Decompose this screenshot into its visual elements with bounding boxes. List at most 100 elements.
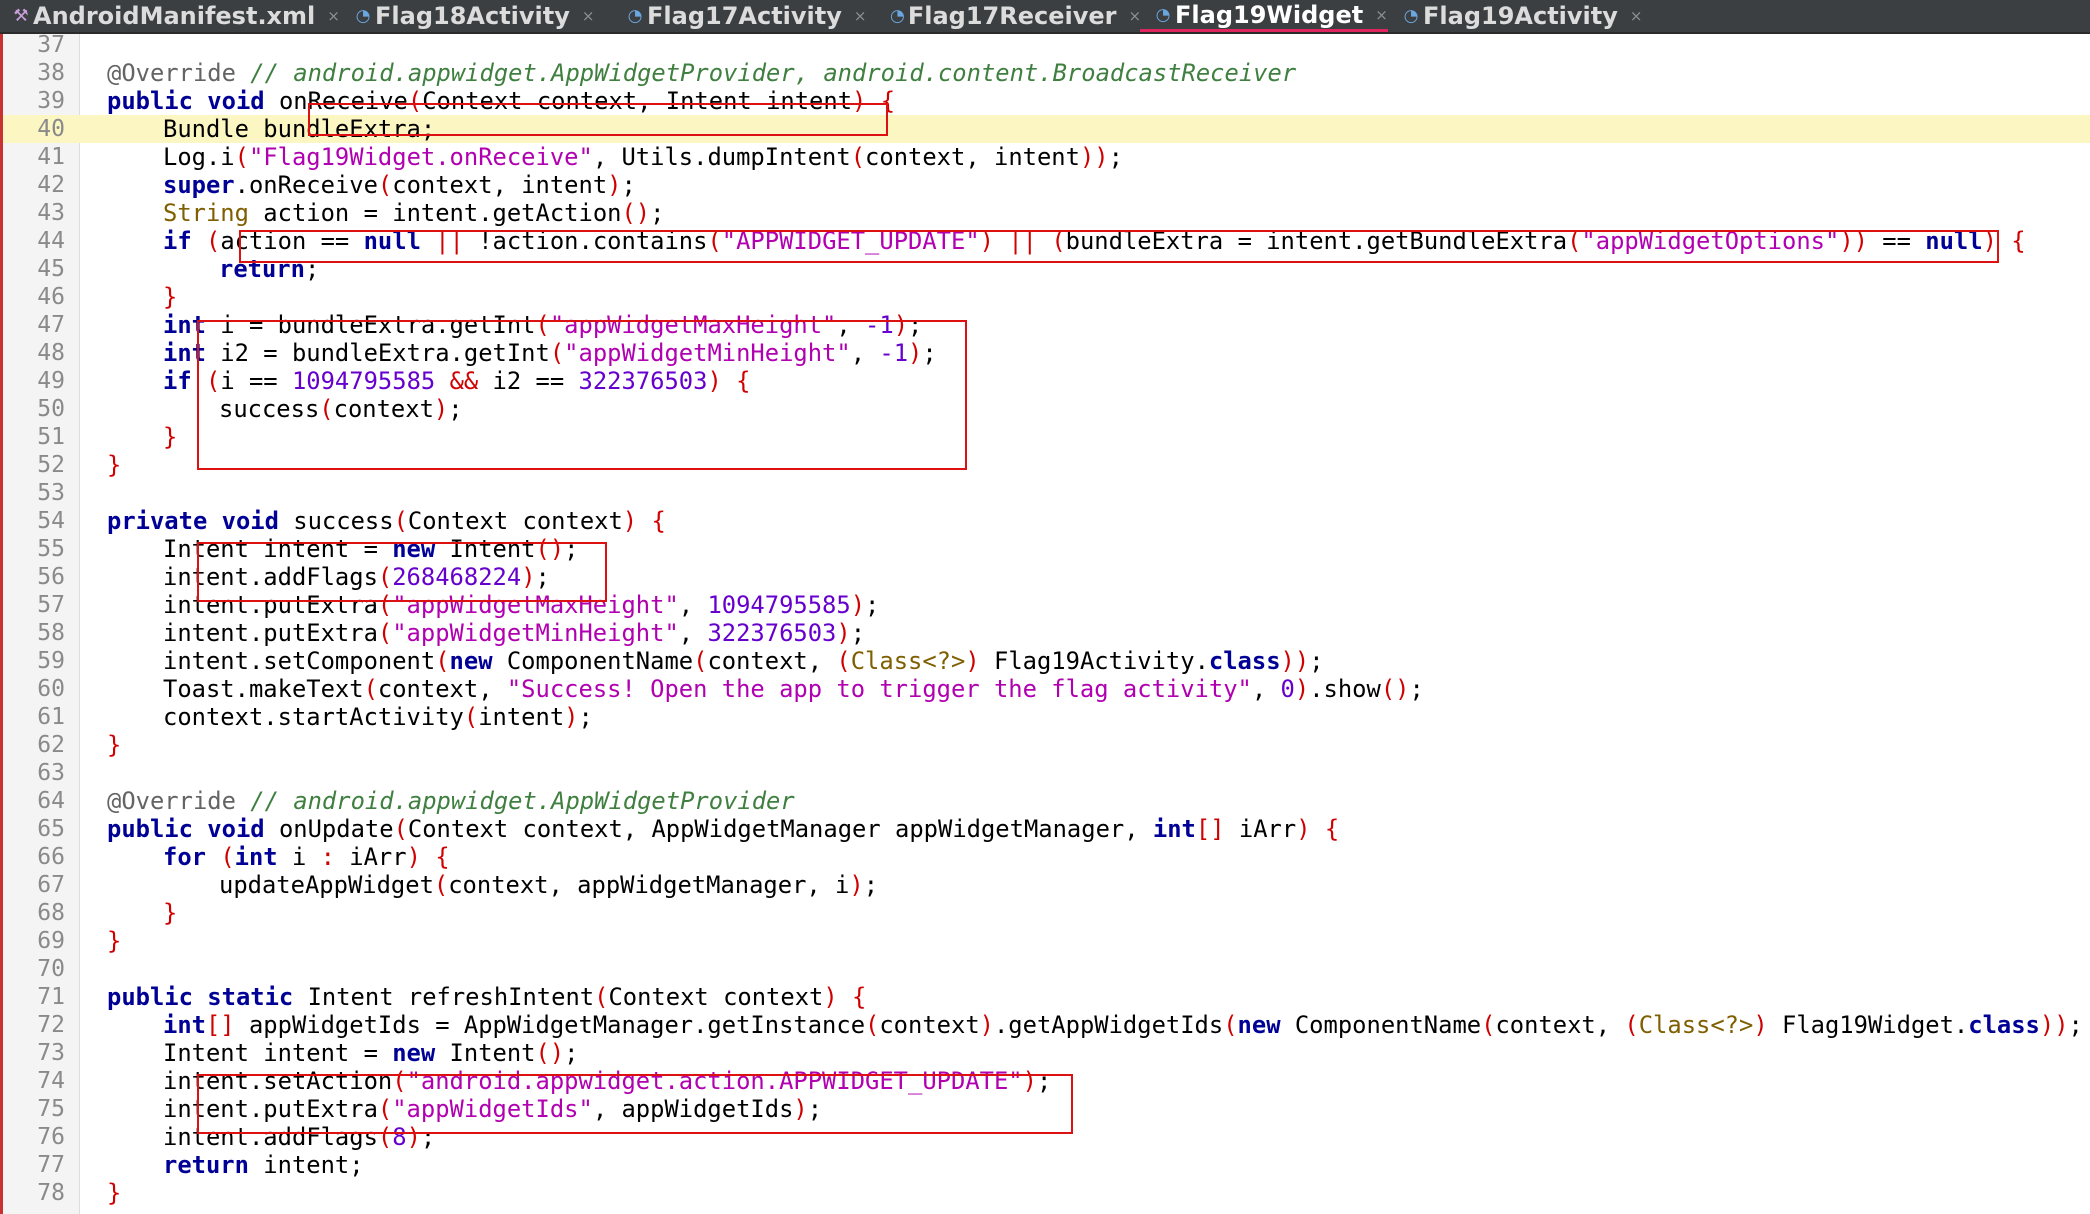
code-line[interactable]: 63 (3, 759, 2090, 787)
tab-flag19widget[interactable]: ◔ Flag19Widget × (1140, 0, 1388, 32)
code-line[interactable]: 47 int i = bundleExtra.getInt("appWidgetM… (3, 311, 2090, 339)
code-token: 0 (1280, 675, 1295, 703)
code-line[interactable]: 65 public void onUpdate(Context context, … (3, 815, 2090, 843)
code-line[interactable]: 71 public static Intent refreshIntent(Con… (3, 983, 2090, 1011)
code-token: "appWidgetMaxHeight" (549, 311, 837, 339)
line-number: 69 (37, 928, 65, 954)
code-token: class (1968, 1011, 2040, 1039)
code-token: i == (220, 367, 292, 395)
code-line[interactable]: 72 int[] appWidgetIds = AppWidgetManager.… (3, 1011, 2090, 1039)
code-line[interactable]: 52} (3, 451, 2090, 479)
code-token: "appWidgetOptions" (1581, 227, 1840, 255)
code-line[interactable]: 53 (3, 479, 2090, 507)
code-token: iArr (334, 843, 407, 871)
code-line[interactable]: 76 intent.addFlags(8); (3, 1123, 2090, 1151)
code-token: ) (707, 367, 722, 395)
code-line[interactable]: 67 updateAppWidget(context, appWidgetMana… (3, 871, 2090, 899)
code-line[interactable]: 51} (3, 423, 2090, 451)
code-token: public static (107, 983, 308, 1011)
code-token: .getAppWidgetIds (993, 1011, 1224, 1039)
code-line[interactable]: 73 Intent intent = new Intent(); (3, 1039, 2090, 1067)
code-line[interactable]: 55 Intent intent = new Intent(); (3, 535, 2090, 563)
code-token: , (836, 311, 866, 339)
code-token: , (1251, 675, 1281, 703)
code-token: String (163, 199, 249, 227)
code-line[interactable]: 45 return; (3, 255, 2090, 283)
code-token: ) (793, 1095, 808, 1123)
code-line[interactable]: 42 super.onReceive(context, intent); (3, 171, 2090, 199)
code-token: i2 = bundleExtra.getInt (205, 339, 550, 367)
code-line[interactable]: 49 if (i == 1094795585 && i2 == 322376503… (3, 367, 2090, 395)
code-line[interactable]: 75 intent.putExtra("appWidgetIds", appWid… (3, 1095, 2090, 1123)
line-number: 54 (37, 508, 65, 534)
line-number: 48 (37, 340, 65, 366)
code-token: intent.addFlags (163, 1123, 378, 1151)
line-number: 52 (37, 452, 65, 478)
line-number: 68 (37, 900, 65, 926)
code-line[interactable]: 68} (3, 899, 2090, 927)
tab-flag19activity[interactable]: ◔ Flag19Activity × (1388, 0, 1648, 32)
close-tab-icon[interactable]: × (327, 7, 340, 25)
code-token: public void (107, 815, 279, 843)
code-line[interactable]: 37 (3, 31, 2090, 59)
code-line[interactable]: 70 (3, 955, 2090, 983)
code-text: return intent; (163, 1151, 364, 1179)
code-line[interactable]: 50 success(context); (3, 395, 2090, 423)
code-token: { (435, 843, 450, 871)
code-text: Intent intent = new Intent(); (163, 1039, 579, 1067)
code-line[interactable]: 40 Bundle bundleExtra; (3, 115, 2090, 143)
code-token: , Utils.dumpIntent (592, 143, 851, 171)
code-line[interactable]: 64 @Override // android.appwidget.AppWidg… (3, 787, 2090, 815)
close-tab-icon[interactable]: × (1630, 7, 1643, 25)
code-line[interactable]: 39 public void onReceive(Context context,… (3, 87, 2090, 115)
code-line[interactable]: 44 if (action == null || !action.contains… (3, 227, 2090, 255)
code-line[interactable]: 43 String action = intent.getAction(); (3, 199, 2090, 227)
code-line[interactable]: 56 intent.addFlags(268468224); (3, 563, 2090, 591)
code-token: intent.putExtra (163, 591, 378, 619)
code-line[interactable]: 66 for (int i : iArr) { (3, 843, 2090, 871)
code-token: context, intent (392, 171, 608, 199)
code-token: ( (850, 143, 866, 171)
line-number: 55 (37, 536, 65, 562)
code-line[interactable]: 61 context.startActivity(intent); (3, 703, 2090, 731)
code-token: ( (549, 339, 565, 367)
code-token: onUpdate (278, 815, 394, 843)
code-token: Flag19Activity. (979, 647, 1209, 675)
code-line[interactable]: 57 intent.putExtra("appWidgetMaxHeight", … (3, 591, 2090, 619)
code-line[interactable]: 58 intent.putExtra("appWidgetMinHeight", … (3, 619, 2090, 647)
java-class-icon: ◔ (627, 6, 643, 26)
code-line[interactable]: 77 return intent; (3, 1151, 2090, 1179)
tab-androidmanifest-xml[interactable]: ⚒ AndroidManifest.xml × (0, 0, 340, 32)
code-token: Intent refreshIntent (307, 983, 595, 1011)
code-line[interactable]: 46} (3, 283, 2090, 311)
code-text: } (107, 731, 121, 759)
code-text: intent.putExtra("appWidgetMinHeight", 32… (163, 619, 865, 647)
code-line[interactable]: 54 private void success(Context context) … (3, 507, 2090, 535)
code-editor[interactable]: 37 38 @Override // android.appwidget.AppWi… (0, 31, 2090, 1214)
tab-flag17activity[interactable]: ◔ Flag17Activity × (612, 0, 876, 32)
code-line[interactable]: 69} (3, 927, 2090, 955)
code-token: ( (693, 647, 708, 675)
close-tab-icon[interactable]: × (854, 7, 867, 25)
code-line[interactable]: 59 intent.setComponent(new ComponentName(… (3, 647, 2090, 675)
code-line[interactable]: 41 Log.i("Flag19Widget.onReceive", Utils.… (3, 143, 2090, 171)
code-token: new (392, 535, 436, 563)
close-tab-icon[interactable]: × (1375, 6, 1388, 24)
tab-flag17receiver[interactable]: ◔ Flag17Receiver × (876, 0, 1141, 32)
code-line[interactable]: 38 @Override // android.appwidget.AppWidg… (3, 59, 2090, 87)
code-token: , appWidgetIds (592, 1095, 794, 1123)
code-token: ( (393, 815, 408, 843)
code-line[interactable]: 60 Toast.makeText(context, "Success! Open… (3, 675, 2090, 703)
code-token: : (320, 843, 335, 871)
code-token: )) (2039, 1011, 2069, 1039)
code-line[interactable]: 48 int i2 = bundleExtra.getInt("appWidget… (3, 339, 2090, 367)
tab-flag18activity[interactable]: ◔ Flag18Activity × (340, 0, 612, 32)
code-text: } (107, 1179, 121, 1207)
code-line[interactable]: 62} (3, 731, 2090, 759)
code-line[interactable]: 78} (3, 1179, 2090, 1207)
close-tab-icon[interactable]: × (582, 7, 595, 25)
code-line[interactable]: 74 intent.setAction("android.appwidget.ac… (3, 1067, 2090, 1095)
